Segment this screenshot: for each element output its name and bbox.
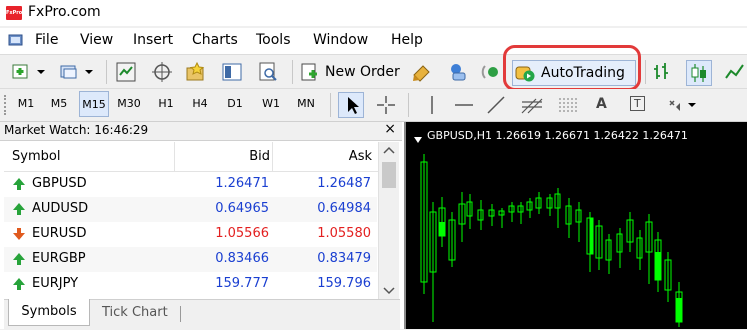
toolbar-separator bbox=[106, 60, 107, 84]
symbol-name: GBPUSD bbox=[32, 176, 87, 191]
candlestick-chart-icon[interactable] bbox=[686, 60, 712, 86]
tab-tick-chart[interactable]: Tick Chart bbox=[102, 301, 168, 325]
column-ask[interactable]: Ask bbox=[349, 149, 372, 164]
app-title: FxPro.com bbox=[28, 4, 101, 20]
scroll-thumb bbox=[382, 162, 396, 188]
trendline-icon[interactable] bbox=[484, 93, 508, 121]
ask-price: 1.05580 bbox=[317, 226, 371, 241]
crosshair-icon[interactable] bbox=[150, 60, 174, 84]
bid-price: 0.83466 bbox=[215, 251, 269, 266]
menu-file[interactable]: File bbox=[35, 32, 58, 48]
toolbar-separator bbox=[330, 93, 331, 117]
bid-price: 1.05566 bbox=[215, 226, 269, 241]
table-row[interactable]: GBPUSD 1.26471 1.26487 bbox=[4, 172, 377, 197]
scroll-up-icon bbox=[383, 146, 395, 154]
profiles-icon[interactable] bbox=[58, 60, 96, 84]
tab-divider bbox=[180, 306, 181, 322]
candlestick-series bbox=[420, 154, 683, 327]
window-menu-icon[interactable] bbox=[8, 33, 24, 48]
tab-symbols[interactable]: Symbols bbox=[8, 299, 90, 326]
symbol-name: EURJPY bbox=[32, 276, 79, 291]
timeframe-m5[interactable]: M5 bbox=[44, 91, 74, 117]
market-icon[interactable] bbox=[480, 60, 504, 84]
line-chart-icon[interactable] bbox=[722, 60, 746, 84]
symbol-name: AUDUSD bbox=[32, 201, 89, 216]
toolbar-separator bbox=[292, 60, 293, 84]
market-watch-icon[interactable] bbox=[114, 60, 138, 84]
vertical-line-icon[interactable] bbox=[420, 93, 444, 121]
arrows-dropdown-icon[interactable] bbox=[664, 93, 698, 121]
ask-price: 0.83479 bbox=[317, 251, 371, 266]
menu-window[interactable]: Window bbox=[313, 32, 368, 48]
metaeditor-icon[interactable] bbox=[410, 60, 434, 84]
timeframe-m30[interactable]: M30 bbox=[113, 91, 145, 117]
timeframe-h4[interactable]: H4 bbox=[187, 91, 213, 117]
equidistant-channel-icon[interactable] bbox=[518, 93, 546, 121]
timeframe-h1[interactable]: H1 bbox=[153, 91, 179, 117]
arrow-up-icon bbox=[12, 202, 26, 220]
new-chart-icon[interactable] bbox=[10, 60, 46, 84]
toolbar-separator bbox=[645, 60, 646, 84]
toolbar-separator bbox=[408, 93, 409, 117]
crosshair-tool-icon[interactable] bbox=[374, 93, 398, 121]
bid-price: 0.64965 bbox=[215, 201, 269, 216]
timeframe-d1[interactable]: D1 bbox=[222, 91, 248, 117]
new-order-icon bbox=[301, 63, 317, 81]
symbol-name: EURGBP bbox=[32, 251, 86, 266]
arrow-up-icon bbox=[12, 252, 26, 270]
new-order-button[interactable]: New Order bbox=[300, 60, 402, 84]
table-row[interactable]: AUDUSD 0.64965 0.64984 bbox=[4, 197, 377, 222]
menu-help[interactable]: Help bbox=[391, 32, 423, 48]
market-watch-header: Market Watch: 16:46:29 × bbox=[0, 121, 402, 141]
menu-view[interactable]: View bbox=[80, 32, 113, 48]
fibonacci-icon[interactable] bbox=[556, 93, 580, 121]
bar-chart-icon[interactable] bbox=[650, 60, 674, 84]
column-divider bbox=[174, 142, 175, 171]
column-bid[interactable]: Bid bbox=[249, 149, 270, 164]
symbol-name: EURUSD bbox=[32, 226, 87, 241]
title-bar bbox=[0, 0, 747, 26]
timeframe-m15[interactable]: M15 bbox=[79, 91, 109, 117]
new-order-label: New Order bbox=[325, 64, 400, 80]
market-watch-column-headers: Symbol Bid Ask bbox=[4, 142, 378, 172]
toolbar-grip bbox=[4, 95, 8, 115]
arrow-down-icon bbox=[12, 227, 26, 245]
bid-price: 159.777 bbox=[215, 276, 269, 291]
text-tool[interactable]: A bbox=[596, 96, 607, 112]
autotrading-highlight-frame bbox=[503, 45, 641, 91]
ask-price: 159.796 bbox=[317, 276, 371, 291]
navigator-icon[interactable] bbox=[184, 60, 208, 84]
scroll-down-icon bbox=[383, 287, 395, 295]
text-label-tool[interactable]: T bbox=[630, 96, 645, 111]
table-row[interactable]: EURGBP 0.83466 0.83479 bbox=[4, 247, 377, 272]
signals-icon[interactable] bbox=[446, 60, 470, 84]
timeframe-m1[interactable]: M1 bbox=[12, 91, 40, 117]
timeframe-mn[interactable]: MN bbox=[292, 91, 320, 117]
menu-insert[interactable]: Insert bbox=[133, 32, 173, 48]
close-icon[interactable]: × bbox=[384, 121, 396, 137]
table-row[interactable]: EURJPY 159.777 159.796 bbox=[4, 272, 377, 297]
bid-price: 1.26471 bbox=[215, 176, 269, 191]
market-watch-scrollbar[interactable] bbox=[378, 142, 399, 299]
terminal-icon[interactable] bbox=[220, 60, 244, 84]
timeframe-w1[interactable]: W1 bbox=[257, 91, 285, 117]
horizontal-line-icon[interactable] bbox=[452, 93, 476, 121]
app-logo: FxPro bbox=[6, 6, 22, 20]
table-row[interactable]: EURUSD 1.05566 1.05580 bbox=[4, 222, 377, 247]
menu-tools[interactable]: Tools bbox=[256, 32, 291, 48]
column-divider bbox=[272, 142, 273, 171]
strategy-tester-icon[interactable] bbox=[256, 60, 280, 84]
arrow-up-icon bbox=[12, 277, 26, 295]
arrow-up-icon bbox=[12, 177, 26, 195]
cursor-tool-icon[interactable] bbox=[338, 92, 364, 118]
market-watch-tabs: Symbols Tick Chart bbox=[4, 299, 400, 330]
column-symbol[interactable]: Symbol bbox=[12, 149, 60, 164]
menu-charts[interactable]: Charts bbox=[192, 32, 238, 48]
market-watch-title: Market Watch: 16:46:29 bbox=[4, 123, 149, 137]
ask-price: 1.26487 bbox=[317, 176, 371, 191]
ask-price: 0.64984 bbox=[317, 201, 371, 216]
